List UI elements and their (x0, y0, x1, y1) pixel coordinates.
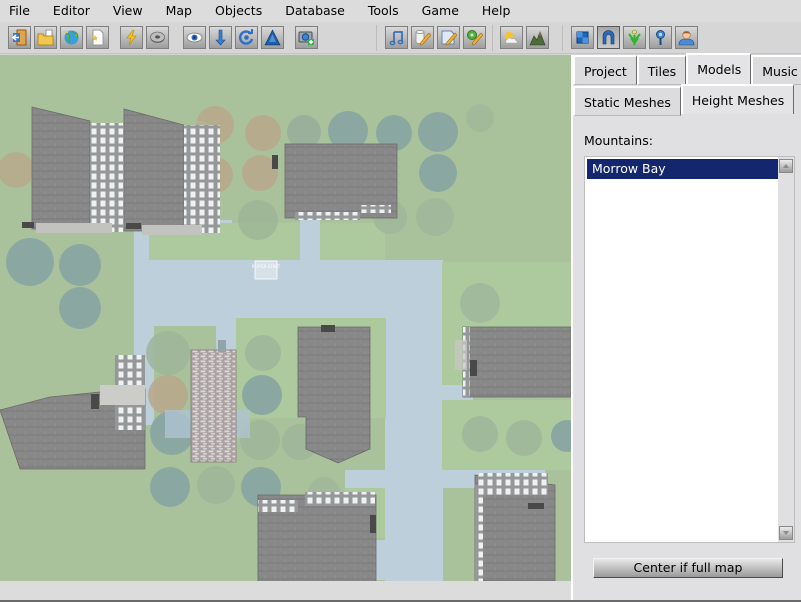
lightning-icon (126, 29, 137, 46)
edit-cylinder-icon (415, 30, 431, 46)
terrain-button[interactable] (526, 26, 549, 49)
center-if-full-map-button[interactable]: Center if full map (593, 558, 783, 578)
move-down-button[interactable] (209, 26, 232, 49)
menu-map[interactable]: Map (157, 0, 192, 22)
right-panel: Project Tiles Models Music Static Meshes… (571, 53, 801, 600)
layer-block-button[interactable] (571, 26, 594, 49)
tab-static-meshes[interactable]: Static Meshes (573, 86, 681, 116)
tab-height-meshes[interactable]: Height Meshes (680, 84, 795, 114)
tab-tiles[interactable]: Tiles (636, 55, 687, 85)
globe-icon (64, 30, 79, 45)
menu-objects[interactable]: Objects (206, 0, 262, 22)
layer-arch-button[interactable] (597, 26, 620, 49)
layer-arch-icon (602, 30, 615, 45)
toolbar-group-camera (295, 24, 318, 52)
menu-tools[interactable]: Tools (359, 0, 399, 22)
object-editor-button[interactable] (463, 26, 486, 49)
menu-file[interactable]: File (0, 0, 30, 22)
map-canvas[interactable]: PLAYER START (0, 55, 571, 581)
new-button[interactable] (86, 26, 109, 49)
menu-bar: File Editor View Map Objects Database To… (0, 0, 801, 22)
database-editor-button[interactable] (411, 26, 434, 49)
settings-button[interactable] (146, 26, 169, 49)
toolbar-separator (562, 25, 563, 51)
toolbar-group-view (183, 24, 284, 52)
map-viewport[interactable]: PLAYER START (0, 55, 571, 581)
mountains-label: Mountains: (584, 133, 653, 148)
scale-button[interactable] (261, 26, 284, 49)
list-scrollbar[interactable] (778, 157, 794, 542)
plant-icon (628, 29, 641, 45)
toolbar-group-build (120, 24, 169, 52)
edit-gear-icon (467, 30, 483, 46)
gear-disk-icon (150, 31, 165, 43)
exit-button[interactable] (8, 26, 31, 49)
refresh-icon (239, 29, 254, 45)
layer-block-icon (576, 31, 589, 44)
toolbar-group-environment (500, 24, 549, 52)
edit-page-icon (441, 30, 457, 46)
user-icon (678, 30, 695, 46)
tab-project[interactable]: Project (573, 55, 637, 85)
weather-button[interactable] (500, 26, 523, 49)
light-bulb-icon (656, 30, 665, 45)
add-camera-button[interactable] (295, 26, 318, 49)
scroll-up-button[interactable] (779, 159, 793, 173)
list-item[interactable]: Morrow Bay (587, 159, 780, 179)
eye-icon (186, 32, 203, 43)
view-button[interactable] (183, 26, 206, 49)
menu-game[interactable]: Game (413, 0, 459, 22)
new-document-icon (92, 29, 104, 46)
scroll-down-button[interactable] (779, 526, 793, 540)
menu-database[interactable]: Database (276, 0, 345, 22)
menu-view[interactable]: View (104, 0, 143, 22)
map-status-strip (0, 581, 571, 600)
player-button[interactable] (675, 26, 698, 49)
mountains-list[interactable]: Morrow Bay (584, 156, 795, 543)
map-haze (0, 55, 571, 581)
toolbar-separator (376, 25, 377, 51)
music-editor-button[interactable] (385, 26, 408, 49)
build-button[interactable] (120, 26, 143, 49)
toolbar (0, 22, 801, 54)
script-editor-button[interactable] (437, 26, 460, 49)
toolbar-group-editors (385, 24, 486, 52)
toolbar-group-file (8, 24, 109, 52)
model-subtabs: Static Meshes Height Meshes (573, 84, 795, 116)
toolbar-group-layers (571, 24, 698, 52)
open-folder-icon (37, 29, 54, 46)
rotate-button[interactable] (235, 26, 258, 49)
triangle-icon (264, 29, 281, 46)
weather-icon (505, 32, 518, 44)
arrow-down-icon (215, 29, 226, 46)
tab-models[interactable]: Models (686, 53, 752, 85)
menu-help[interactable]: Help (473, 0, 511, 22)
add-camera-icon (298, 31, 314, 45)
menu-editor[interactable]: Editor (44, 0, 90, 22)
toolbar-separator (492, 25, 493, 51)
globe-button[interactable] (60, 26, 83, 49)
main-tabs: Project Tiles Models Music (573, 53, 801, 85)
music-icon (389, 31, 404, 46)
plant-button[interactable] (623, 26, 646, 49)
tab-music[interactable]: Music (751, 55, 801, 85)
terrain-icon (529, 31, 546, 46)
exit-icon (11, 29, 27, 46)
light-button[interactable] (649, 26, 672, 49)
open-button[interactable] (34, 26, 57, 49)
